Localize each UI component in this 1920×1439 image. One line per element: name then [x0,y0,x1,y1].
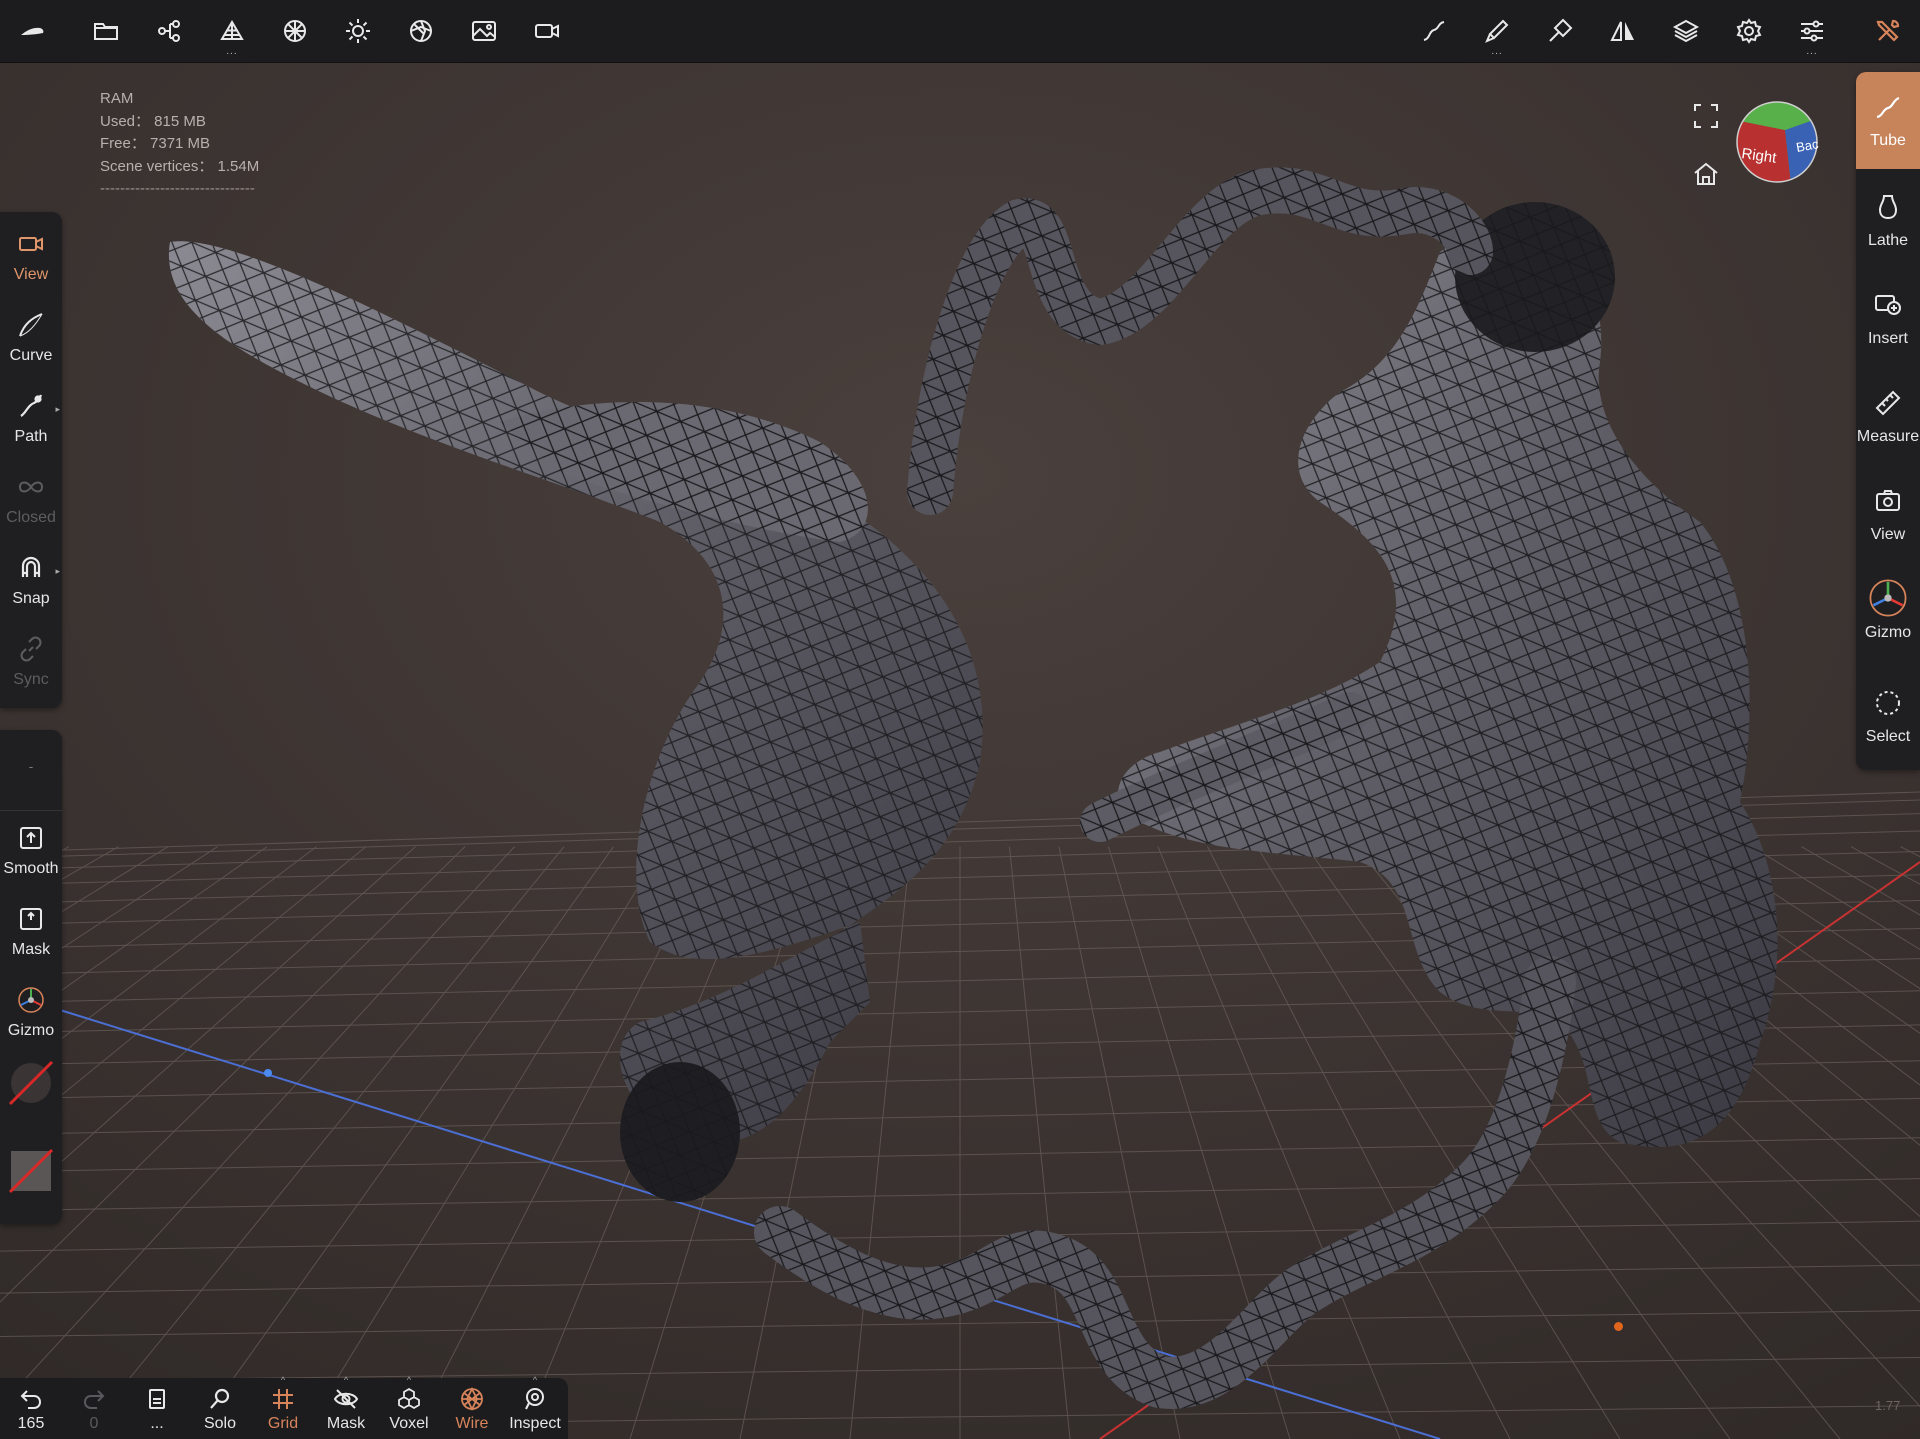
search-icon [205,1384,235,1414]
path-icon [15,390,47,422]
ram-separator: ------------------------------- [100,180,255,197]
tools-icon[interactable] [1868,11,1908,51]
right-tool-panel: Tube Lathe Insert Measure View Gizmo Sel… [1856,72,1920,770]
camera-icon [1871,484,1905,518]
mask-visibility-button[interactable]: ^ Mask [315,1375,377,1439]
ruler-icon [1871,386,1905,420]
insert-icon [1871,288,1905,322]
left-small-label: - [28,758,34,774]
tool-gizmo-left[interactable]: Gizmo [0,974,62,1054]
tool-lathe[interactable]: Lathe [1856,172,1920,262]
scene-tree-icon[interactable] [149,11,189,51]
material-sphere-icon[interactable] [275,11,315,51]
paint-icon[interactable] [1540,11,1580,51]
select-icon [1871,686,1905,720]
3d-viewport[interactable] [0,62,1920,1439]
top-toolbar: ... ... ... [0,0,1920,63]
redo-icon [79,1384,109,1414]
pivot-point [1614,1322,1623,1331]
tool-tube[interactable]: Tube [1856,72,1920,169]
tool-sync[interactable]: Sync [0,623,62,703]
solo-button[interactable]: Solo [189,1378,251,1439]
undo-button[interactable]: 165 [0,1378,62,1439]
viewport-canvas [0,62,1920,1439]
tool-select[interactable]: Select [1856,668,1920,758]
preferences-sliders-icon[interactable]: ... [1792,11,1832,57]
lathe-icon [1871,190,1905,224]
gizmo-icon [1866,576,1910,620]
tool-measure[interactable]: Measure [1856,368,1920,458]
topology-icon[interactable]: ... [212,11,252,57]
camera-icon[interactable] [527,11,567,51]
curve-icon [15,309,47,341]
inspect-button[interactable]: ^ Inspect [504,1375,566,1439]
material-swatch[interactable] [8,1060,54,1106]
tool-curve[interactable]: Curve [0,299,62,379]
camera-icon [15,228,47,260]
ram-info: RAM Used： 815 MB Free： 7371 MB Scene ver… [100,88,259,201]
ram-title: RAM [100,90,134,107]
brush-icon[interactable]: ... [1477,11,1517,57]
tool-view[interactable]: View [0,218,62,298]
mask-icon [15,903,47,935]
tool-view-right[interactable]: View [1856,466,1920,556]
tool-gizmo-right[interactable]: Gizmo [1856,564,1920,664]
voxel-icon [394,1384,424,1414]
tool-mask[interactable]: Mask [0,893,62,973]
left-secondary-panel: - Smooth Mask Gizmo [0,730,62,1224]
tool-insert[interactable]: Insert [1856,270,1920,360]
texture-swatch[interactable] [8,1148,54,1194]
scale-readout: 1.77 [1875,1398,1901,1413]
stroke-icon[interactable] [1414,11,1454,51]
tool-smooth[interactable]: Smooth [0,812,62,892]
magnet-icon [15,552,47,584]
view-cube[interactable]: Right Bac [1735,100,1820,184]
grid-button[interactable]: ^ Grid [252,1375,314,1439]
gizmo-icon [15,984,47,1016]
folder-icon[interactable] [86,11,126,51]
tool-path[interactable]: Path ▸ [0,380,62,460]
left-curve-panel: View Curve Path ▸ Closed Snap ▸ Sync [0,212,62,708]
app-logo-icon[interactable] [12,11,52,51]
bottom-toolbar: 165 0 ... Solo ^ Grid ^ Mask ^ Voxel Wir… [0,1375,568,1439]
symmetry-icon[interactable] [1603,11,1643,51]
tool-snap[interactable]: Snap ▸ [0,542,62,622]
tool-closed[interactable]: Closed [0,461,62,541]
grid-icon [268,1384,298,1414]
ram-vertices: Scene vertices： 1.54M [100,157,260,175]
fullscreen-icon[interactable] [1690,100,1722,132]
undo-icon [16,1384,46,1414]
voxel-button[interactable]: ^ Voxel [378,1375,440,1439]
tube-icon [1871,90,1905,124]
light-icon[interactable] [338,11,378,51]
shading-icon[interactable] [401,11,441,51]
ram-free: Free： 7371 MB [100,135,211,152]
eye-off-icon [331,1384,361,1414]
link-icon [15,633,47,665]
inspect-icon [520,1384,550,1414]
history-icon [142,1384,172,1414]
home-icon[interactable] [1690,158,1722,190]
layers-icon[interactable] [1666,11,1706,51]
ram-used: Used： 815 MB [100,112,206,130]
background-image-icon[interactable] [464,11,504,51]
settings-icon[interactable] [1729,11,1769,51]
smooth-icon [15,822,47,854]
wireframe-icon [457,1384,487,1414]
history-button[interactable]: ... [126,1378,188,1439]
wireframe-button[interactable]: Wire [441,1378,503,1439]
redo-button[interactable]: 0 [63,1378,125,1439]
infinity-icon [15,471,47,503]
